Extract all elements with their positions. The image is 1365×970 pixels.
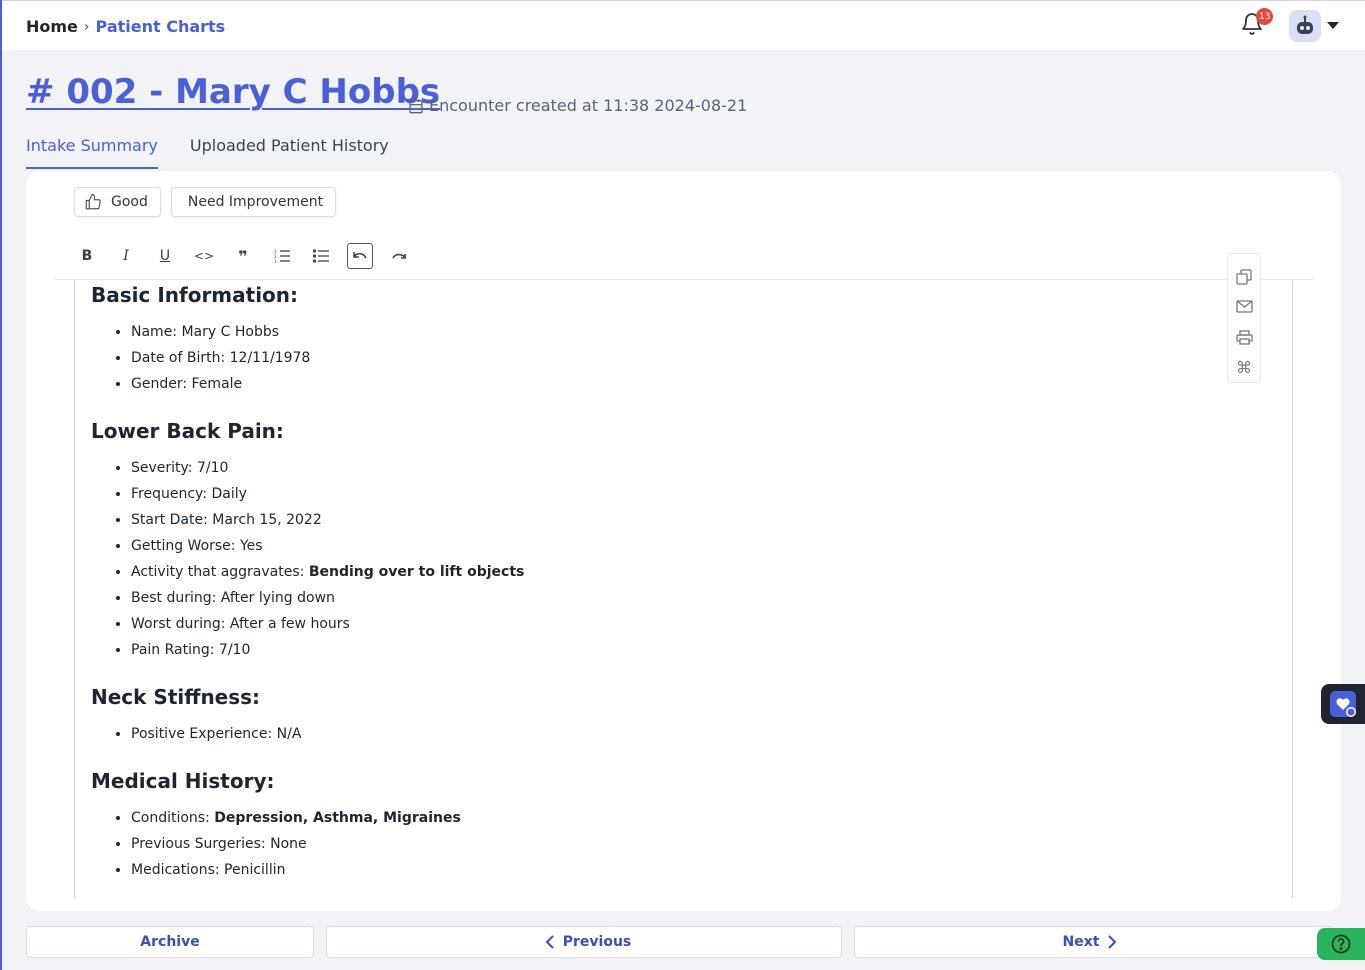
email-button[interactable] bbox=[1232, 292, 1256, 322]
next-button[interactable]: Next bbox=[854, 926, 1334, 958]
command-icon: ⌘ bbox=[1236, 357, 1252, 377]
list-item: Conditions: Depression, Asthma, Migraine… bbox=[131, 805, 1292, 831]
basic-info-list: Name: Mary C Hobbs Date of Birth: 12/11/… bbox=[131, 319, 1292, 397]
code-icon: <> bbox=[193, 249, 215, 263]
help-icon bbox=[1331, 934, 1351, 954]
bullet-list-icon bbox=[313, 249, 329, 263]
toolbar-divider bbox=[54, 279, 1314, 280]
encounter-text: Encounter created at 11:38 2024-08-21 bbox=[429, 96, 748, 115]
tab-intake-summary[interactable]: Intake Summary bbox=[26, 136, 158, 169]
bold-icon: B bbox=[81, 248, 93, 264]
breadcrumb-patient-charts-link[interactable]: Patient Charts bbox=[96, 17, 226, 36]
item-label: Activity that aggravates: bbox=[131, 564, 309, 580]
list-item: Positive Experience: N/A bbox=[131, 721, 1292, 747]
list-item: Getting Worse: Yes bbox=[131, 533, 1292, 559]
breadcrumb-home-link[interactable]: Home bbox=[26, 17, 78, 36]
previous-button[interactable]: Previous bbox=[326, 926, 842, 958]
section-heading: Basic Information: bbox=[91, 283, 299, 307]
list-item: Name: Mary C Hobbs bbox=[131, 319, 1292, 345]
editor-toolbar: B I U <> ❞ 123 bbox=[74, 243, 425, 269]
good-label: Good bbox=[111, 194, 148, 210]
back-pain-list: Severity: 7/10 Frequency: Daily Start Da… bbox=[131, 455, 1292, 663]
chevron-right-icon bbox=[1108, 935, 1117, 949]
page-title[interactable]: # 002 - Mary C Hobbs bbox=[26, 72, 440, 112]
need-improvement-button[interactable]: Need Improvement bbox=[170, 187, 337, 217]
print-icon bbox=[1235, 329, 1253, 345]
bullet-list-button[interactable] bbox=[308, 243, 334, 269]
item-value: Bending over to lift objects bbox=[308, 564, 525, 580]
redo-button[interactable] bbox=[386, 243, 412, 269]
feedback-group: Good Need Improvement bbox=[74, 187, 337, 217]
email-icon bbox=[1235, 300, 1253, 313]
list-item: Best during: After lying down bbox=[131, 585, 1292, 611]
previous-label: Previous bbox=[562, 934, 632, 950]
italic-icon: I bbox=[123, 248, 129, 264]
thumbs-up-icon bbox=[85, 193, 101, 210]
item-label: Conditions: bbox=[131, 810, 215, 826]
list-item: Activity that aggravates: Bending over t… bbox=[131, 559, 1292, 585]
help-button[interactable] bbox=[1317, 928, 1365, 960]
next-label: Next bbox=[1062, 934, 1100, 950]
left-accent-rail bbox=[0, 0, 2, 970]
calendar-icon bbox=[409, 98, 423, 113]
archive-button[interactable]: Archive bbox=[26, 926, 314, 958]
list-item: Start Date: March 15, 2022 bbox=[131, 507, 1292, 533]
bold-button[interactable]: B bbox=[74, 243, 100, 269]
ordered-list-button[interactable]: 123 bbox=[269, 243, 295, 269]
copy-icon bbox=[1236, 269, 1252, 285]
robot-avatar-icon bbox=[1297, 15, 1313, 34]
list-item: Previous Surgeries: None bbox=[131, 831, 1292, 857]
redo-icon bbox=[392, 253, 406, 259]
top-bar: Home › Patient Charts bbox=[2, 0, 1365, 50]
list-item: Severity: 7/10 bbox=[131, 455, 1292, 481]
italic-button[interactable]: I bbox=[113, 243, 139, 269]
item-value: Depression, Asthma, Migraines bbox=[214, 810, 461, 826]
list-item: Gender: Female bbox=[131, 371, 1292, 397]
good-feedback-button[interactable]: Good bbox=[74, 187, 161, 217]
tab-uploaded-patient-history[interactable]: Uploaded Patient History bbox=[190, 136, 389, 169]
list-item: Frequency: Daily bbox=[131, 481, 1292, 507]
list-item: Medications: Penicillin bbox=[131, 857, 1292, 883]
summary-card: Good Need Improvement B I U <> ❞ 123 Bas… bbox=[26, 171, 1341, 911]
side-tools-panel: ⌘ bbox=[1227, 253, 1261, 383]
svg-text:3: 3 bbox=[274, 259, 277, 263]
section-heading: Medical History: bbox=[91, 769, 275, 793]
list-item: Date of Birth: 12/11/1978 bbox=[131, 345, 1292, 371]
ordered-list-icon: 123 bbox=[274, 249, 290, 263]
need-improvement-label: Need Improvement bbox=[187, 194, 324, 210]
floating-health-widget-button[interactable] bbox=[1321, 684, 1365, 724]
list-item: Pain Rating: 7/10 bbox=[131, 637, 1292, 663]
underline-button[interactable]: U bbox=[152, 243, 178, 269]
list-item: Worst during: After a few hours bbox=[131, 611, 1292, 637]
breadcrumb-separator: › bbox=[83, 18, 90, 35]
code-button[interactable]: <> bbox=[191, 243, 217, 269]
undo-button[interactable] bbox=[347, 243, 373, 269]
section-heading: Lower Back Pain: bbox=[91, 419, 284, 443]
tab-bar: Intake Summary Uploaded Patient History bbox=[26, 136, 421, 169]
print-button[interactable] bbox=[1232, 322, 1256, 352]
user-avatar[interactable] bbox=[1289, 10, 1321, 42]
encounter-info: Encounter created at 11:38 2024-08-21 bbox=[408, 96, 747, 115]
document-editor[interactable]: Basic Information: Name: Mary C Hobbs Da… bbox=[74, 281, 1293, 898]
heart-plus-icon bbox=[1330, 691, 1356, 717]
quote-icon: ❞ bbox=[238, 246, 248, 266]
neck-list: Positive Experience: N/A bbox=[131, 721, 1292, 747]
section-heading: Neck Stiffness: bbox=[91, 685, 261, 709]
archive-label: Archive bbox=[140, 934, 200, 950]
command-button[interactable]: ⌘ bbox=[1232, 352, 1256, 382]
quote-button[interactable]: ❞ bbox=[230, 243, 256, 269]
chevron-left-icon bbox=[545, 935, 554, 949]
undo-icon bbox=[353, 252, 367, 259]
breadcrumb: Home › Patient Charts bbox=[26, 17, 225, 36]
copy-button[interactable] bbox=[1232, 262, 1256, 292]
user-menu-caret-icon[interactable] bbox=[1327, 22, 1339, 29]
medical-history-list: Conditions: Depression, Asthma, Migraine… bbox=[131, 805, 1292, 883]
underline-icon: U bbox=[159, 248, 171, 264]
